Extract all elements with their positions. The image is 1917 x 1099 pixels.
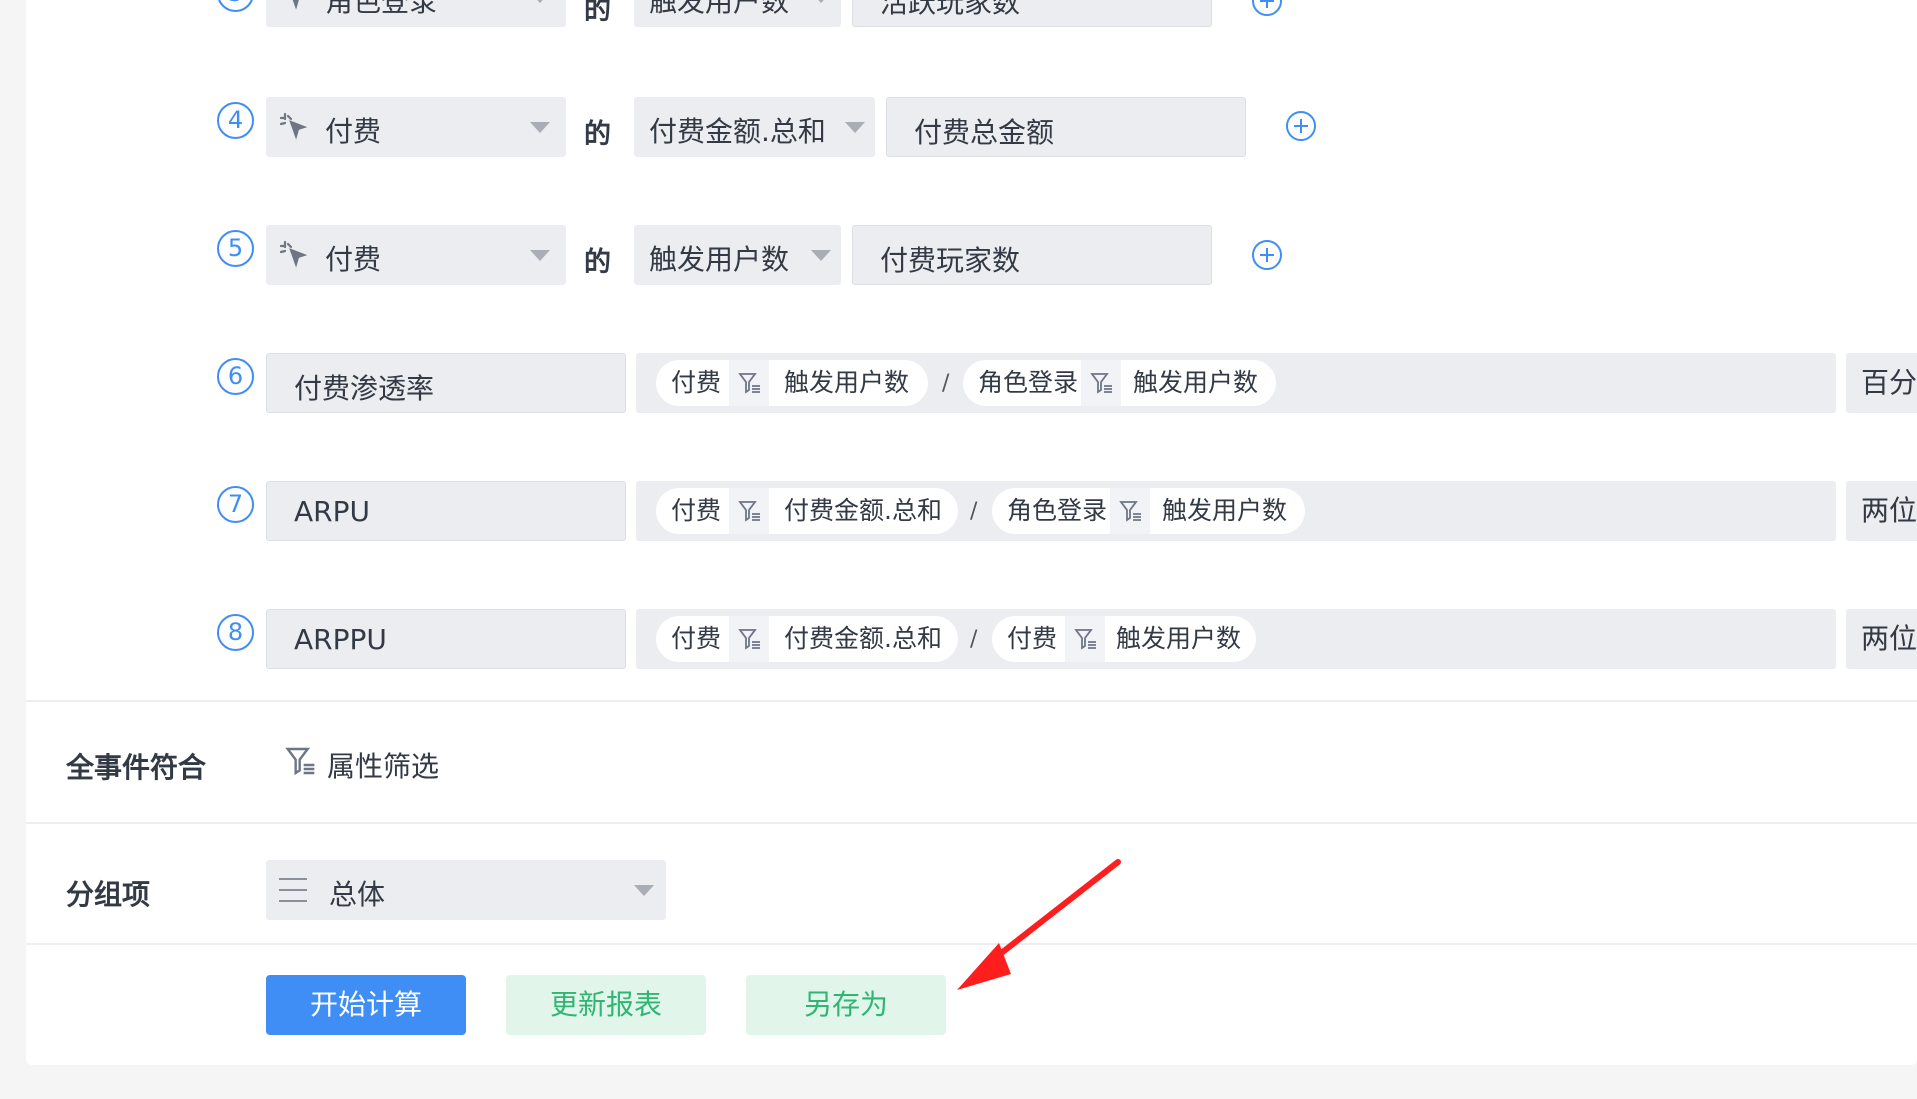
row-5-metric-label: 触发用户数 [649, 243, 790, 276]
filter-icon [1119, 501, 1141, 522]
row-5-alias-input[interactable]: 付费玩家数 [852, 225, 1212, 285]
formula-6-expression[interactable]: 付费 触发用户数 / 角色登录 触发用户数 [636, 353, 1836, 413]
formula-operator: / [970, 499, 978, 524]
add-row-icon[interactable] [1251, 0, 1283, 17]
list-icon [279, 878, 307, 902]
row-3-event-label: 角色登录 [325, 0, 438, 18]
add-row-icon[interactable] [1251, 239, 1283, 271]
filter-icon [1074, 629, 1096, 650]
formula-8-name-input[interactable]: ARPPU [266, 609, 626, 669]
term-filter[interactable] [1065, 616, 1105, 662]
attribute-filter-label: 属性筛选 [327, 750, 440, 783]
formula-6-index: 6 [217, 358, 254, 395]
add-row-icon[interactable] [1285, 110, 1317, 142]
formula-8-term-2[interactable]: 付费 触发用户数 [992, 616, 1256, 662]
update-report-button[interactable]: 更新报表 [506, 975, 706, 1035]
term-event: 角色登录 [1007, 496, 1108, 525]
term-event: 付费 [671, 368, 722, 397]
chevron-down-icon [530, 0, 550, 3]
row-3-event-select[interactable]: 角色登录 [266, 0, 566, 27]
formula-6-name-value: 付费渗透率 [294, 372, 435, 405]
row-5-connector: 的 [584, 247, 611, 278]
chevron-down-icon [845, 122, 865, 133]
event-click-icon [279, 112, 308, 140]
term-metric: 触发用户数 [1133, 368, 1259, 397]
save-as-button[interactable]: 另存为 [746, 975, 946, 1035]
formula-6-format-select[interactable]: 百分比 [1846, 353, 1917, 413]
row-5-metric-select[interactable]: 触发用户数 [634, 225, 841, 285]
term-event: 付费 [671, 624, 722, 653]
formula-6-name-input[interactable]: 付费渗透率 [266, 353, 626, 413]
formula-7-format-select[interactable]: 两位小数 [1846, 481, 1917, 541]
formula-8-name-value: ARPPU [294, 623, 387, 656]
formula-8-expression[interactable]: 付费 付费金额.总和 / 付费 触发用户数 [636, 609, 1836, 669]
row-4-event-select[interactable]: 付费 [266, 97, 566, 157]
row-5-event-label: 付费 [325, 243, 382, 276]
row-3-connector: 的 [584, 0, 611, 26]
term-filter[interactable] [729, 488, 769, 534]
formula-operator: / [970, 627, 978, 652]
global-filter-label: 全事件符合 [66, 751, 207, 784]
term-metric: 触发用户数 [784, 368, 910, 397]
row-3-metric-select[interactable]: 触发用户数 [634, 0, 841, 27]
row-5-alias-value: 付费玩家数 [880, 244, 1021, 277]
term-filter[interactable] [1110, 488, 1150, 534]
section-divider [26, 943, 1917, 945]
row-4-alias-value: 付费总金额 [914, 116, 1055, 149]
term-event: 付费 [671, 496, 722, 525]
chevron-down-icon [634, 885, 654, 896]
formula-7-index: 7 [217, 486, 254, 523]
formula-7-name-value: ARPU [294, 495, 370, 528]
group-by-select[interactable]: 总体 [266, 860, 666, 920]
row-4-connector: 的 [584, 119, 611, 150]
formula-8-index: 8 [217, 614, 254, 651]
row-4-event-label: 付费 [325, 115, 382, 148]
filter-icon [738, 373, 760, 394]
chevron-down-icon [811, 250, 831, 261]
group-by-label: 分组项 [66, 878, 151, 911]
attribute-filter-button[interactable]: 属性筛选 [285, 743, 455, 783]
term-filter[interactable] [1081, 360, 1121, 406]
formula-8-term-1[interactable]: 付费 付费金额.总和 [656, 616, 958, 662]
term-event: 付费 [1007, 624, 1058, 653]
row-4-index: 4 [217, 102, 254, 139]
section-divider [26, 700, 1917, 702]
formula-7-expression[interactable]: 付费 付费金额.总和 / 角色登录 触发用户数 [636, 481, 1836, 541]
formula-8-format-select[interactable]: 两位小数 [1846, 609, 1917, 669]
event-click-icon [292, 0, 299, 10]
term-metric: 付费金额.总和 [784, 624, 942, 653]
formula-6-term-2[interactable]: 角色登录 触发用户数 [963, 360, 1276, 406]
chevron-down-icon [811, 0, 831, 3]
row-3-alias-value: 活跃玩家数 [880, 0, 1021, 19]
row-5-index: 5 [217, 230, 254, 267]
row-4-alias-input[interactable]: 付费总金额 [886, 97, 1246, 157]
row-5-event-select[interactable]: 付费 [266, 225, 566, 285]
section-divider [26, 822, 1917, 824]
formula-6-term-1[interactable]: 付费 触发用户数 [656, 360, 928, 406]
filter-icon [738, 629, 760, 650]
group-by-value: 总体 [329, 878, 386, 911]
chevron-down-icon [530, 122, 550, 133]
row-4-metric-select[interactable]: 付费金额.总和 [634, 97, 875, 157]
term-filter[interactable] [729, 360, 769, 406]
term-metric: 触发用户数 [1162, 496, 1288, 525]
term-filter[interactable] [729, 616, 769, 662]
filter-icon [285, 747, 315, 776]
chevron-down-icon [530, 250, 550, 261]
formula-7-name-input[interactable]: ARPU [266, 481, 626, 541]
filter-icon [738, 501, 760, 522]
term-metric: 付费金额.总和 [784, 496, 942, 525]
row-3-metric-label: 触发用户数 [649, 0, 790, 18]
formula-operator: / [942, 371, 950, 396]
row-4-metric-label: 付费金额.总和 [649, 115, 826, 148]
formula-7-term-2[interactable]: 角色登录 触发用户数 [992, 488, 1305, 534]
filter-icon [1090, 373, 1112, 394]
event-click-icon [279, 240, 308, 268]
term-metric: 触发用户数 [1116, 624, 1242, 653]
row-3-alias-input[interactable]: 活跃玩家数 [852, 0, 1212, 27]
term-event: 角色登录 [978, 368, 1079, 397]
calculate-button[interactable]: 开始计算 [266, 975, 466, 1035]
formula-7-term-1[interactable]: 付费 付费金额.总和 [656, 488, 958, 534]
